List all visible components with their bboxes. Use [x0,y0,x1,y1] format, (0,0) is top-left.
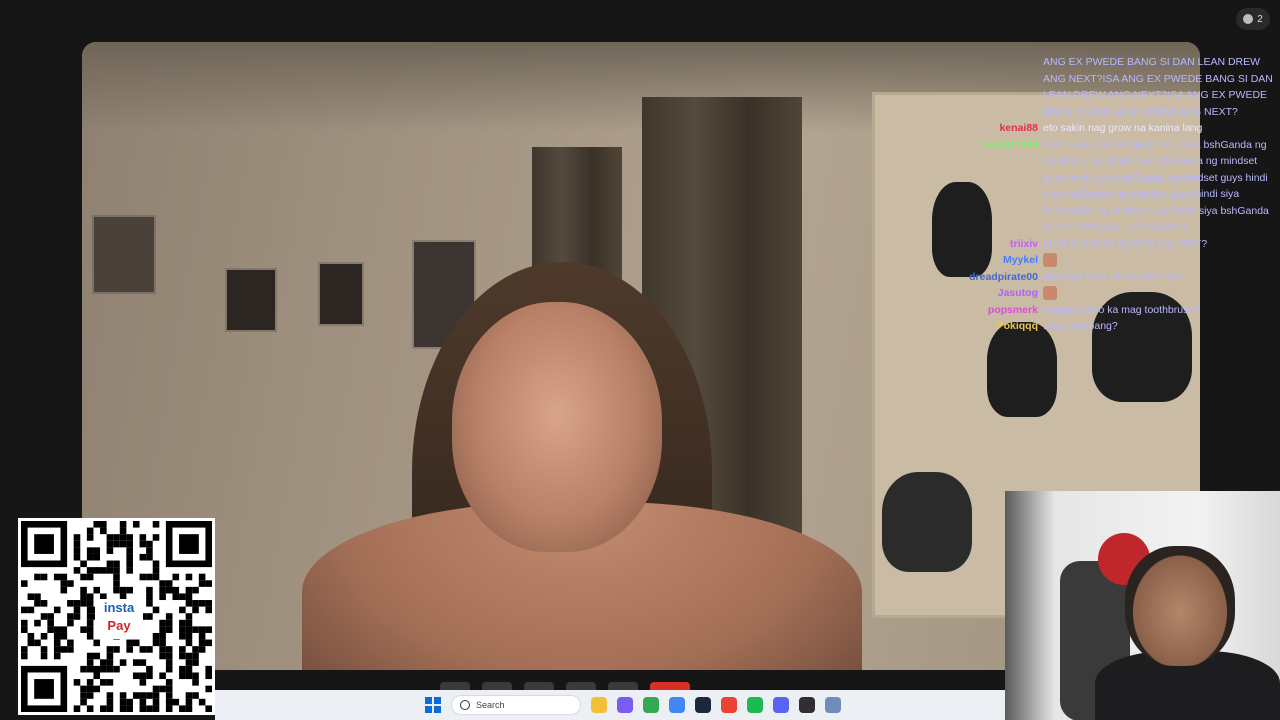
streamer-webcam [1005,491,1280,720]
steam-icon[interactable] [695,697,711,713]
search-placeholder: Search [476,700,505,710]
chrome-icon[interactable] [643,697,659,713]
search-icon [460,700,470,710]
chat-text: Ganda ng mindset guys hindi siya bshGand… [1043,138,1269,234]
chat-username[interactable]: dreadpirate00 [900,269,1043,286]
greenapp-icon[interactable] [747,697,763,713]
donation-qr-code[interactable]: insta Pay [18,518,215,715]
chat-message: Myykel [900,252,1280,269]
chat-message: kenai88 eto sakin nag grow na kanina lan… [900,120,1280,137]
obs-icon[interactable] [799,697,815,713]
chrome-icon[interactable] [669,697,685,713]
chat-text: madam pano ka mag toothbrush? [1043,303,1201,316]
more-control[interactable] [608,682,638,690]
chat-username[interactable]: Pokiqqq [900,318,1043,335]
chat-username[interactable]: Insan11398 [900,137,1043,236]
chat-message: Insan11398 Ganda ng mindset guys hindi s… [900,137,1280,236]
captions-control[interactable] [524,682,554,690]
camera-control[interactable] [482,682,512,690]
end-call-button[interactable] [650,682,690,690]
chat-username[interactable]: Jasutog [900,285,1043,302]
chat-username[interactable]: kenai88 [900,120,1043,137]
chat-username[interactable]: triixiv [900,236,1043,253]
chat-text: ANG EX PWEDE BANG SI DAN LEAN DREW ANG N… [1043,56,1273,118]
chat-username[interactable]: popsmerk [900,302,1043,319]
discord-icon[interactable] [773,697,789,713]
copilot-icon[interactable] [617,697,633,713]
snip-icon[interactable] [825,697,841,713]
viewers-icon [1243,14,1254,24]
chat-message: Jasutog [900,285,1280,302]
viewer-count: 2 [1257,13,1263,25]
viewer-badge[interactable]: 2 [1236,8,1270,30]
windows-taskbar: Search [215,690,1005,720]
chrome-icon[interactable] [721,697,737,713]
taskbar-search[interactable]: Search [451,695,581,715]
chat-text: : last bembang? [1043,320,1118,332]
mic-control[interactable] [440,682,470,690]
emote-icon [1043,286,1057,301]
stream-chat: ANG EX PWEDE BANG SI DAN LEAN DREW ANG N… [900,54,1280,335]
chat-text: eto sakin nag grow na kanina lang [1043,122,1203,134]
chat-message: popsmerk madam pano ka mag toothbrush? [900,302,1280,319]
share-control[interactable] [566,682,596,690]
chat-text: LHEI SKYDIVE GUSTO MO ITRY? [1043,237,1208,250]
chat-message: ANG EX PWEDE BANG SI DAN LEAN DREW ANG N… [900,54,1280,120]
emote-icon [1043,253,1057,268]
chat-username[interactable]: Myykel [900,252,1043,269]
chat-message: Pokiqqq : last bembang? [900,318,1280,335]
taskbar-apps [591,697,841,713]
windows-start-icon[interactable] [425,697,441,713]
chat-text: MADAM ANO PERFUME MO [1043,270,1182,283]
chat-message: dreadpirate00 MADAM ANO PERFUME MO [900,269,1280,286]
chat-username[interactable] [900,54,1043,120]
chat-message: triixiv LHEI SKYDIVE GUSTO MO ITRY? [900,236,1280,253]
instapay-logo: insta Pay [95,599,143,639]
file-explorer-icon[interactable] [591,697,607,713]
